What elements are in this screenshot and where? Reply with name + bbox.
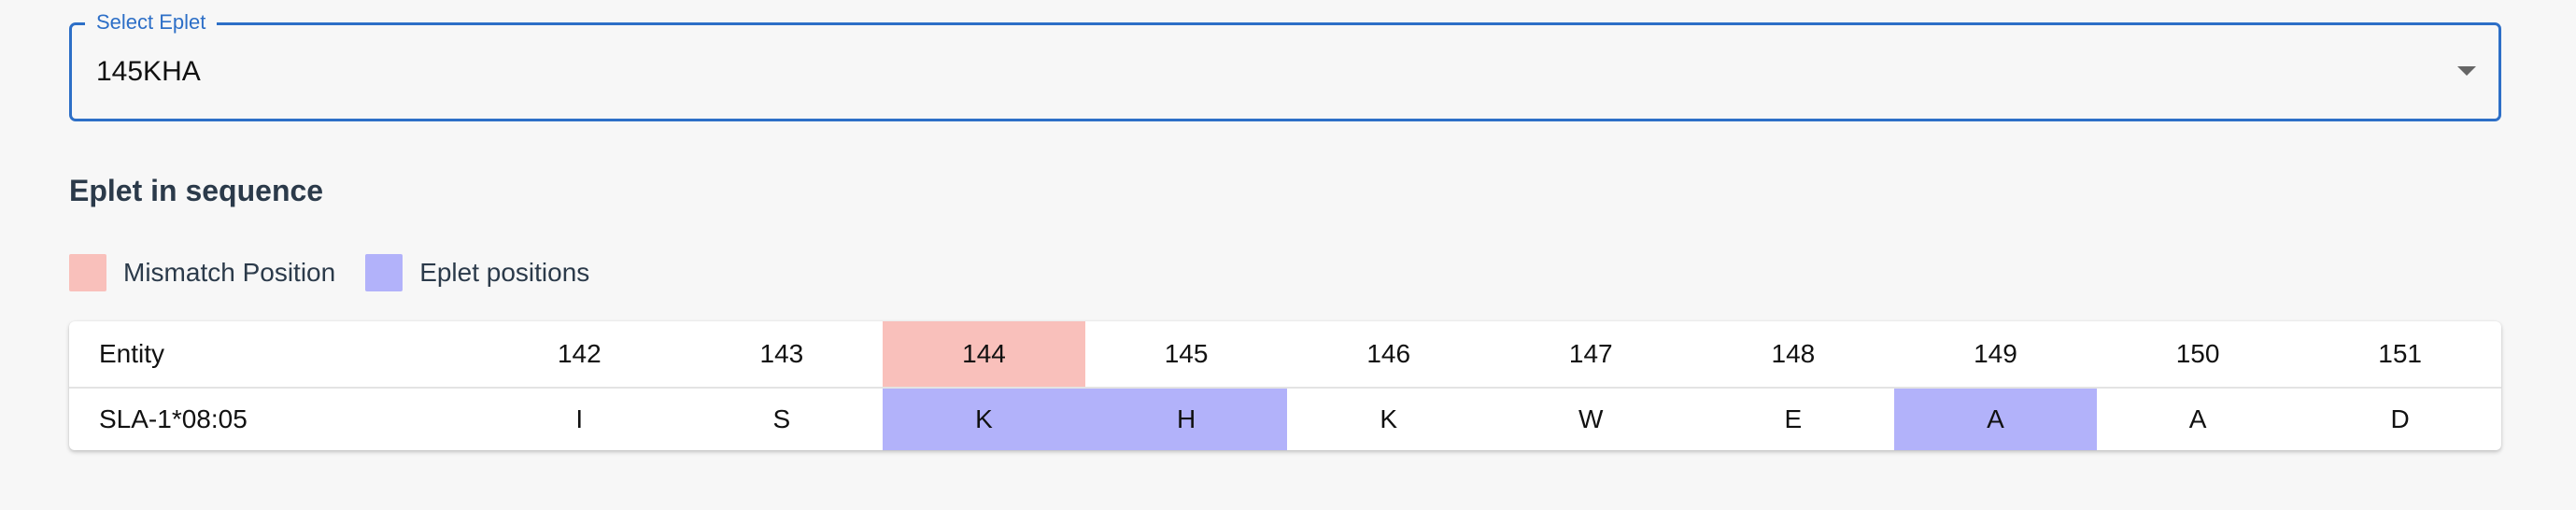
header-position: 142	[557, 339, 602, 368]
header-position: 151	[2378, 339, 2422, 368]
residue-cell: K	[883, 389, 1085, 450]
header-position: 149	[1974, 339, 2017, 368]
residue-cell: A	[2188, 404, 2207, 433]
eplet-select-value[interactable]: 145KHA	[96, 25, 201, 119]
section-title: Eplet in sequence	[69, 174, 324, 207]
eplet-swatch	[365, 254, 403, 291]
legend: Mismatch Position Eplet positions	[69, 254, 619, 291]
table-row: SLA-1*08:05 I S K H K W E A A D	[69, 389, 2501, 450]
legend-label-mismatch: Mismatch Position	[123, 258, 336, 287]
residue-cell: H	[1084, 389, 1288, 450]
header-position: 146	[1366, 339, 1411, 368]
legend-label-eplet: Eplet positions	[419, 258, 590, 287]
legend-item-eplet: Eplet positions	[365, 254, 589, 291]
residue-cell: K	[1380, 404, 1398, 433]
header-position: 143	[759, 339, 804, 368]
table-header-row: Entity 142 143 144 145 146 147 148 149 1…	[69, 321, 2501, 389]
header-position: 147	[1568, 339, 1613, 368]
chevron-down-icon[interactable]	[2457, 66, 2476, 76]
residue-cell: D	[2390, 404, 2410, 433]
sequence-table: Entity 142 143 144 145 146 147 148 149 1…	[69, 321, 2501, 450]
residue-cell: S	[772, 404, 791, 433]
eplet-select[interactable]: Select Eplet 145KHA	[69, 10, 2501, 121]
residue-cell: E	[1784, 404, 1803, 433]
residue-cell: I	[575, 404, 584, 433]
legend-item-mismatch: Mismatch Position	[69, 254, 335, 291]
mismatch-swatch	[69, 254, 106, 291]
header-entity: Entity	[99, 339, 165, 368]
header-position: 148	[1771, 339, 1816, 368]
eplet-viewer: Select Eplet 145KHA Eplet in sequence Mi…	[0, 0, 2576, 510]
header-position: 144	[883, 321, 1085, 387]
header-position: 150	[2175, 339, 2220, 368]
header-position: 145	[1164, 339, 1209, 368]
residue-cell: A	[1894, 389, 2097, 450]
residue-cell: W	[1578, 404, 1604, 433]
row-entity-label: SLA-1*08:05	[99, 404, 248, 433]
